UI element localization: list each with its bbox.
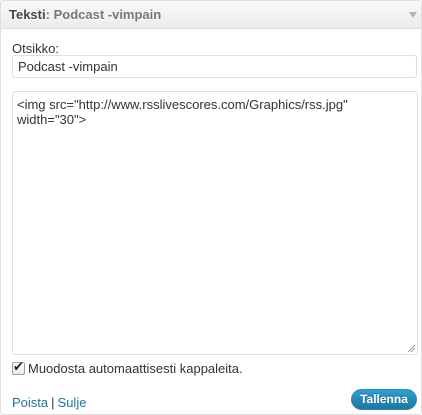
checkmark-icon: ✔ <box>13 359 24 375</box>
widget-instance-title: Podcast -vimpain <box>53 7 162 22</box>
text-widget: Teksti: Podcast -vimpain Otsikko: <img s… <box>0 0 422 415</box>
triangle-down-icon[interactable] <box>409 12 417 18</box>
widget-header[interactable]: Teksti: Podcast -vimpain <box>1 1 421 29</box>
title-input[interactable] <box>12 55 417 78</box>
autop-checkbox[interactable]: ✔ <box>12 359 25 376</box>
widget-title: Teksti: Podcast -vimpain <box>9 7 161 22</box>
delete-link[interactable]: Poista <box>12 395 48 410</box>
resize-grip-icon[interactable] <box>406 343 416 353</box>
widget-control-links: Poista | Sulje <box>12 395 86 410</box>
widget-title-separator: : <box>45 7 50 22</box>
autop-option: ✔ Muodosta automaattisesti kappaleita. <box>12 360 243 376</box>
content-textarea[interactable]: <img src="http://www.rsslivescores.com/G… <box>12 91 418 355</box>
widget-type-label: Teksti <box>9 7 46 22</box>
title-field-label: Otsikko: <box>12 41 59 56</box>
link-separator: | <box>51 395 55 410</box>
autop-label: Muodosta automaattisesti kappaleita. <box>28 361 243 377</box>
close-link[interactable]: Sulje <box>58 395 87 410</box>
save-button[interactable]: Tallenna <box>351 389 417 410</box>
